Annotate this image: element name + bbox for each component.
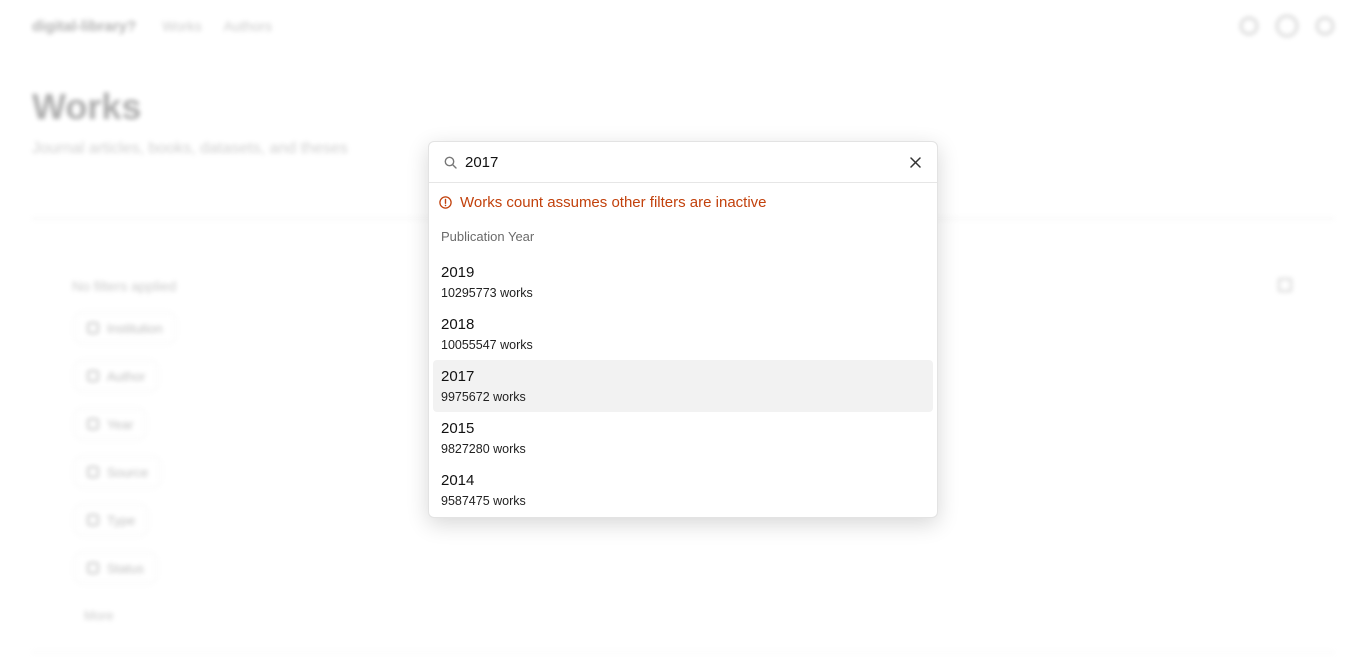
close-icon: [909, 156, 921, 168]
option-count: 9587475 works: [441, 493, 526, 508]
top-bar: digital-library? Works Authors: [32, 12, 1334, 40]
filter-chip-label: Source: [107, 464, 149, 480]
author-icon: [87, 370, 99, 382]
filter-chip-type[interactable]: Type: [74, 504, 149, 536]
warning-message: Works count assumes other filters are in…: [429, 183, 937, 221]
source-icon: [87, 466, 99, 478]
search-icon: [443, 155, 457, 169]
calendar-icon: [87, 418, 99, 430]
option-item[interactable]: 2017 9975672 works: [433, 360, 933, 412]
filter-chip-source[interactable]: Source: [74, 456, 162, 488]
option-count: 10055547 works: [441, 337, 533, 352]
github-icon[interactable]: [1276, 15, 1298, 37]
option-year: 2015: [441, 419, 475, 437]
theme-icon[interactable]: [1240, 17, 1258, 35]
main-nav: Works Authors: [162, 18, 272, 34]
filter-chip-author[interactable]: Author: [74, 360, 159, 392]
type-icon: [87, 514, 99, 526]
no-filters-label: No filters applied: [72, 278, 177, 294]
institution-icon: [87, 322, 99, 334]
clear-search-button[interactable]: [907, 154, 923, 170]
option-item[interactable]: 2019 10295773 works: [433, 256, 933, 308]
search-row: [429, 142, 937, 183]
option-count: 9975672 works: [441, 389, 526, 404]
filter-chip-label: Type: [107, 512, 136, 528]
filter-chip-label: Year: [107, 416, 134, 432]
warning-text: Works count assumes other filters are in…: [460, 193, 767, 211]
nav-item-authors[interactable]: Authors: [224, 18, 272, 34]
status-icon: [87, 562, 99, 574]
search-input[interactable]: [465, 153, 885, 171]
options-list: 2019 10295773 works 2018 10055547 works …: [429, 256, 937, 516]
filter-chip-year[interactable]: Year: [74, 408, 147, 440]
collapse-icon[interactable]: [1278, 278, 1292, 292]
divider: [32, 652, 1334, 653]
option-year: 2018: [441, 315, 475, 333]
menu-icon[interactable]: [1316, 17, 1334, 35]
group-label: Publication Year: [441, 229, 535, 244]
filter-chip-status[interactable]: Status: [74, 552, 157, 584]
filter-chip-label: Author: [107, 368, 146, 384]
option-item[interactable]: 2015 9827280 works: [433, 412, 933, 464]
option-year: 2017: [441, 367, 475, 385]
filter-chip-label: Institution: [107, 320, 163, 336]
option-year: 2014: [441, 471, 475, 489]
option-count: 10295773 works: [441, 285, 533, 300]
option-year: 2019: [441, 263, 475, 281]
more-filters-link[interactable]: More: [84, 608, 114, 623]
page-subtitle: Journal articles, books, datasets, and t…: [32, 140, 348, 157]
info-circle-icon: [438, 195, 452, 209]
top-icons: [1240, 15, 1334, 37]
year-filter-popup: Works count assumes other filters are in…: [428, 141, 938, 518]
option-item[interactable]: 2018 10055547 works: [433, 308, 933, 360]
option-count: 9827280 works: [441, 441, 526, 456]
option-item[interactable]: 2014 9587475 works: [433, 464, 933, 516]
filter-chip-label: Status: [107, 560, 144, 576]
page-title: Works: [32, 86, 142, 127]
nav-item-works[interactable]: Works: [162, 18, 201, 34]
filter-chip-institution[interactable]: Institution: [74, 312, 176, 344]
app-logo[interactable]: digital-library?: [32, 18, 136, 35]
